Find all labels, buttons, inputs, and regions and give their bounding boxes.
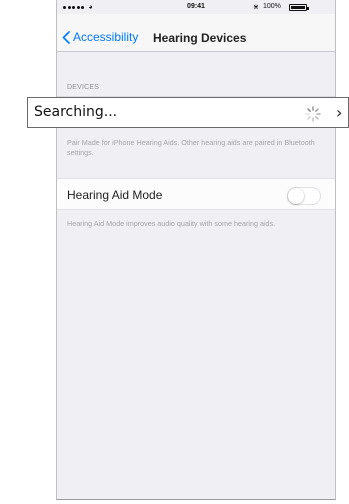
chevron-right-icon: ›	[336, 103, 343, 122]
hearing-aid-mode-row: Hearing Aid Mode	[57, 178, 335, 210]
hearing-aid-mode-toggle[interactable]	[287, 187, 321, 205]
devices-footer-text: Pair Made for iPhone Hearing Aids. Other…	[67, 138, 315, 157]
battery-icon	[289, 4, 309, 11]
page-title: Hearing Devices	[153, 31, 247, 45]
spinner-icon	[305, 106, 321, 122]
hearing-aid-mode-footer-text: Hearing Aid Mode improves audio quality …	[67, 219, 276, 228]
phone-screen: ◕ 09:41 ⋇ 100% Accessibility Hearing Dev…	[56, 0, 336, 500]
back-button-label: Accessibility	[73, 30, 139, 44]
navigation-bar: Accessibility Hearing Devices	[57, 14, 335, 52]
searching-label: Searching...	[34, 104, 118, 120]
searching-row[interactable]: Searching... ›	[27, 97, 349, 128]
toggle-knob	[288, 188, 304, 204]
bluetooth-icon: ⋇	[253, 4, 259, 11]
battery-percent: 100%	[263, 3, 281, 10]
status-bar: ◕ 09:41 ⋇ 100%	[57, 0, 335, 14]
back-button[interactable]: Accessibility	[62, 30, 138, 44]
devices-section-header: DEVICES	[67, 84, 100, 91]
chevron-left-icon	[62, 30, 70, 44]
hearing-aid-mode-label: Hearing Aid Mode	[67, 188, 163, 202]
